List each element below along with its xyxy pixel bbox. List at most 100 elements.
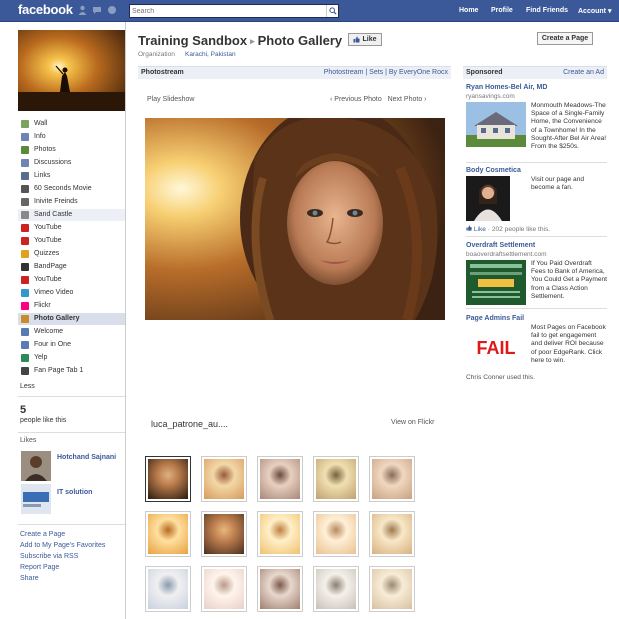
sidebar-item[interactable]: YouTube <box>18 274 125 286</box>
ad-domain: ryansavings.com <box>466 93 515 100</box>
vimeo-icon <box>21 289 29 297</box>
ad-image[interactable] <box>466 102 526 147</box>
page-location[interactable]: Karachi, Pakistan <box>185 51 236 58</box>
liked-page-name[interactable]: IT solution <box>57 489 92 496</box>
ad-like-link[interactable]: Like <box>474 226 486 233</box>
sidebar-less-link[interactable]: Less <box>20 383 35 390</box>
sidebar-item[interactable]: Fan Page Tab 1 <box>18 365 125 377</box>
ad-title[interactable]: Page Admins Fail <box>466 315 524 322</box>
messages-icon[interactable] <box>92 5 101 15</box>
photo-thumbnail[interactable] <box>201 511 247 557</box>
ad-title[interactable]: Ryan Homes-Bel Air, MD <box>466 84 547 91</box>
sidebar-item[interactable]: BandPage <box>18 261 125 273</box>
sidebar-footer-link[interactable]: Report Page <box>20 564 59 571</box>
sidebar-item[interactable]: Vimeo Video <box>18 287 125 299</box>
sidebar-item[interactable]: Discussions <box>18 157 125 169</box>
photo-thumbnail-image <box>148 514 188 554</box>
main-photo[interactable] <box>145 118 445 320</box>
sidebar-footer-link[interactable]: Create a Page <box>20 531 65 538</box>
sidebar-item[interactable]: Welcome <box>18 326 125 338</box>
sidebar-footer-link[interactable]: Add to My Page's Favorites <box>20 542 105 549</box>
youtube-icon <box>21 276 29 284</box>
flickr-user[interactable]: luca_patrone_au.... <box>151 419 228 429</box>
photo-thumbnail-image <box>260 569 300 609</box>
notifications-icon[interactable] <box>107 5 116 15</box>
photo-thumbnail[interactable] <box>145 456 191 502</box>
sidebar-item[interactable]: Yelp <box>18 352 125 364</box>
ad-body: Most Pages on Facebook fail to get engag… <box>531 324 606 364</box>
photo-thumbnail[interactable] <box>313 511 359 557</box>
sidebar-item[interactable]: Info <box>18 131 125 143</box>
sidebar-item[interactable]: Sand Castle <box>18 209 125 221</box>
sidebar-footer-link[interactable]: Subscribe via RSS <box>20 553 78 560</box>
photo-thumbnail[interactable] <box>257 456 303 502</box>
sidebar-item[interactable]: Four in One <box>18 339 125 351</box>
liked-page-avatar[interactable] <box>21 451 51 481</box>
photo-thumbnail[interactable] <box>369 511 415 557</box>
sidebar-item-label: Flickr <box>34 302 51 309</box>
facebook-logo[interactable]: facebook <box>18 2 73 17</box>
nav-profile[interactable]: Profile <box>491 7 513 14</box>
sidebar-item[interactable]: 60 Seconds Movie <box>18 183 125 195</box>
sidebar-item-label: YouTube <box>34 237 62 244</box>
photo-thumbnail[interactable] <box>313 456 359 502</box>
sidebar-item[interactable]: Quizzes <box>18 248 125 260</box>
photo-thumbnail[interactable] <box>257 511 303 557</box>
likes-heading: Likes <box>20 437 37 444</box>
ad-like-row: Like · 202 people like this. <box>466 225 550 233</box>
sidebar-item[interactable]: Links <box>18 170 125 182</box>
quizzes-icon <box>21 250 29 258</box>
sidebar-item-label: 60 Seconds Movie <box>34 185 92 192</box>
photo-thumbnail[interactable] <box>145 511 191 557</box>
photo-navigation[interactable]: ‹ Previous Photo Next Photo › <box>330 96 427 103</box>
nav-account[interactable]: Account ▾ <box>578 7 611 15</box>
yelp-icon <box>21 354 29 362</box>
search-input[interactable] <box>132 6 322 16</box>
sidebar-item[interactable]: Inivite Freinds <box>18 196 125 208</box>
photo-thumbnail-image <box>204 569 244 609</box>
search-button[interactable] <box>326 5 338 17</box>
app-icon <box>21 185 29 193</box>
sidebar-item[interactable]: Photos <box>18 144 125 156</box>
nav-home[interactable]: Home <box>459 7 478 14</box>
ad-like-count: · 202 people like this. <box>487 226 551 233</box>
sidebar-item[interactable]: YouTube <box>18 222 125 234</box>
photo-thumbnail[interactable] <box>313 566 359 612</box>
page-name[interactable]: Training Sandbox <box>138 33 247 48</box>
search-icon <box>328 7 337 15</box>
photo-thumbnail[interactable] <box>257 566 303 612</box>
ad-title[interactable]: Overdraft Settlement <box>466 242 535 249</box>
sidebar-item-label: Fan Page Tab 1 <box>34 367 84 374</box>
ad-title[interactable]: Body Cosmetica <box>466 167 521 174</box>
search-box[interactable] <box>129 4 339 18</box>
play-slideshow-link[interactable]: Play Slideshow <box>147 96 194 103</box>
photo-thumbnail[interactable] <box>145 566 191 612</box>
app-icon <box>21 367 29 375</box>
sidebar-item[interactable]: Flickr <box>18 300 125 312</box>
sidebar-footer-link[interactable]: Share <box>20 575 39 582</box>
photostream-links[interactable]: Photostream | Sets | By EveryOne Rocx <box>324 69 448 76</box>
liked-page-avatar[interactable] <box>21 484 51 514</box>
like-button[interactable]: Like <box>348 33 382 46</box>
sidebar-item[interactable]: Photo Gallery <box>18 313 125 325</box>
photo-thumbnail[interactable] <box>201 566 247 612</box>
sidebar-item[interactable]: YouTube <box>18 235 125 247</box>
liked-page-name[interactable]: Hotchand Sajnani <box>57 454 116 461</box>
friend-requests-icon[interactable] <box>78 5 87 15</box>
ad-fail-image[interactable]: FAIL <box>466 333 526 363</box>
likes-count: 5 <box>20 404 27 416</box>
nav-find-friends[interactable]: Find Friends <box>526 7 568 14</box>
photo-thumbnail[interactable] <box>369 566 415 612</box>
ad-image[interactable] <box>466 260 526 305</box>
sidebar-item-label: Vimeo Video <box>34 289 74 296</box>
sidebar-item[interactable]: Wall <box>18 118 125 130</box>
photo-thumbnail[interactable] <box>201 456 247 502</box>
create-ad-link[interactable]: Create an Ad <box>563 69 604 76</box>
photostream-title: Photostream <box>141 69 184 76</box>
likes-text: people like this <box>20 417 67 424</box>
profile-picture[interactable] <box>18 30 125 111</box>
photo-thumbnail[interactable] <box>369 456 415 502</box>
ad-image[interactable] <box>466 176 510 221</box>
view-on-flickr-link[interactable]: View on Flickr <box>391 419 434 426</box>
create-page-button[interactable]: Create a Page <box>537 32 593 45</box>
